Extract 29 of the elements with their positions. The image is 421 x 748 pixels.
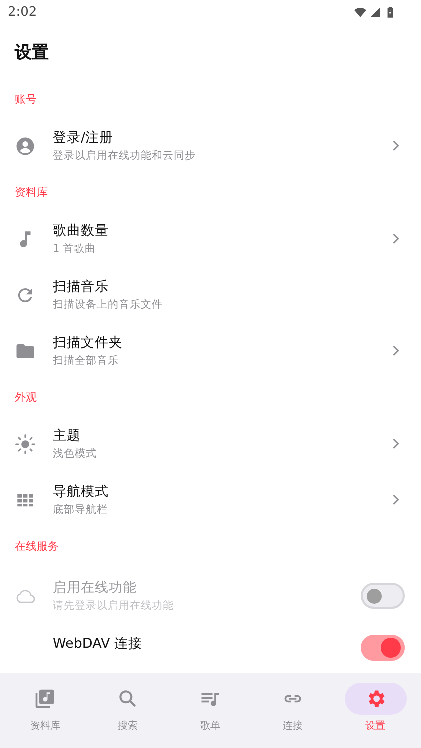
section-header: 账号 <box>14 92 38 108</box>
item-subtitle: 底部导航栏 <box>53 503 109 517</box>
item-title[interactable]: 扫描音乐 <box>53 278 405 296</box>
item-subtitle: 扫描设备上的音乐文件 <box>53 298 164 312</box>
toggle-switch[interactable] <box>361 635 405 661</box>
active-tab-indicator[interactable] <box>344 683 407 715</box>
section-header: 资料库 <box>14 185 49 201</box>
item-title[interactable]: 导航模式 <box>53 483 387 501</box>
person-icon <box>15 136 36 156</box>
item-title[interactable]: 扫描文件夹 <box>53 334 387 352</box>
search-icon <box>116 688 139 710</box>
clock: 2:02 <box>8 4 38 20</box>
item-subtitle: 登录以启用在线功能和云同步 <box>53 149 197 163</box>
signal-icon <box>369 6 382 18</box>
section-header: 外观 <box>14 390 38 406</box>
item-subtitle: 1 首歌曲 <box>53 242 98 256</box>
item-title[interactable]: 主题 <box>53 427 387 445</box>
music-library-icon <box>34 688 56 710</box>
item-title[interactable]: WebDAV 连接 <box>53 635 361 653</box>
item-subtitle: 浅色模式 <box>53 447 98 461</box>
page-title: 设置 <box>15 42 49 64</box>
item-subtitle: 请先登录以启用在线功能 <box>53 599 175 613</box>
sun-icon <box>15 434 36 454</box>
item-title[interactable]: 歌曲数量 <box>53 222 387 240</box>
section-header: 在线服务 <box>14 539 60 555</box>
item-title[interactable]: 登录/注册 <box>53 129 387 147</box>
item-title: 启用在线功能 <box>53 579 138 597</box>
wifi-icon <box>354 6 367 18</box>
item-subtitle: 扫描全部音乐 <box>53 354 120 368</box>
